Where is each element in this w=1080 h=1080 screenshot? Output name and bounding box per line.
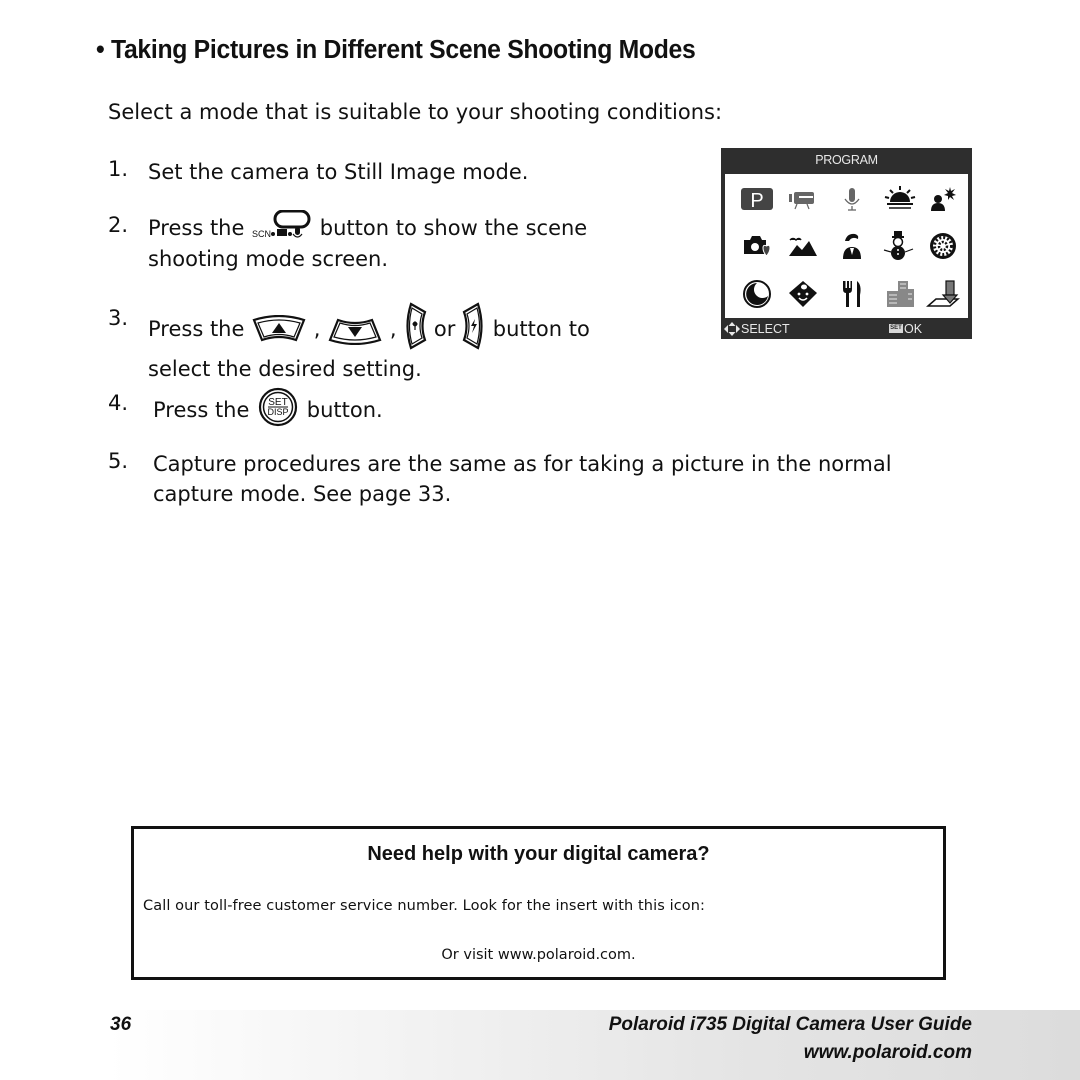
- step-number: 3.: [108, 306, 129, 330]
- backlight-portrait-icon: [923, 179, 963, 219]
- step-number: 1.: [108, 157, 129, 181]
- up-arrow-button-icon: [251, 314, 307, 345]
- step-text-line1: Capture procedures are the same as for t…: [153, 452, 892, 476]
- snowman-icon: [878, 226, 918, 266]
- kids-icon: [783, 274, 823, 314]
- page-number: 36: [110, 1014, 132, 1035]
- scene-mode-grid: P: [725, 174, 968, 318]
- text-document-icon: [923, 274, 963, 314]
- landscape-icon: [783, 226, 823, 266]
- help-box: Need help with your digital camera? Call…: [131, 826, 946, 980]
- step-text: Press the SCN button to show the scene s…: [148, 209, 588, 274]
- voice-record-icon: [832, 179, 872, 219]
- step-text-line2: select the desired setting.: [148, 357, 422, 381]
- night-icon: [737, 274, 777, 314]
- svg-text:P: P: [750, 190, 763, 212]
- separator: ,: [313, 317, 321, 341]
- step-text-post: button to: [492, 317, 590, 341]
- or-text: or: [433, 317, 456, 341]
- step-text-line2: shooting mode screen.: [148, 247, 389, 271]
- step-text: Set the camera to Still Image mode.: [148, 160, 529, 184]
- svg-text:DISP: DISP: [268, 407, 289, 417]
- step-number: 2.: [108, 213, 129, 237]
- step-text: Press the , , or button to select the de…: [148, 302, 590, 384]
- help-website-text: Or visit www.polaroid.com.: [441, 947, 636, 963]
- help-title: Need help with your digital camera?: [367, 843, 710, 865]
- food-icon: [832, 274, 872, 314]
- step-text-post: button to show the scene: [319, 216, 588, 240]
- left-macro-button-icon: [403, 302, 427, 350]
- step-text-line2: capture mode. See page 33.: [153, 482, 452, 506]
- right-flash-button-icon: [462, 302, 486, 350]
- help-phone-text: Call our toll-free customer service numb…: [143, 898, 706, 914]
- step-text: Press the SET DISP button.: [153, 387, 383, 431]
- camera-scene-mode-screen: PROGRAM P SELECT SET OK: [721, 148, 972, 339]
- select-label: SELECT: [741, 322, 790, 336]
- step-number: 4.: [108, 391, 129, 415]
- portrait-icon: [832, 226, 872, 266]
- building-icon: [880, 274, 920, 314]
- screen-header: PROGRAM: [815, 153, 878, 167]
- step-text-pre: Press the: [148, 216, 245, 240]
- title-text: Taking Pictures in Different Scene Shoot…: [110, 36, 696, 64]
- intro-text: Select a mode that is suitable to your s…: [108, 100, 723, 124]
- camera-heart-icon: [737, 226, 777, 266]
- separator: ,: [389, 317, 397, 341]
- title-bullet: •: [96, 36, 105, 64]
- sunset-icon: [880, 179, 920, 219]
- step-number: 5.: [108, 449, 129, 473]
- svg-text:SCN: SCN: [252, 229, 271, 239]
- fireworks-icon: [923, 226, 963, 266]
- program-icon: P: [737, 179, 777, 219]
- guide-title: Polaroid i735 Digital Camera User Guide: [608, 1014, 972, 1035]
- ok-label: OK: [904, 322, 923, 336]
- guide-url[interactable]: www.polaroid.com: [804, 1042, 972, 1064]
- step-text: Capture procedures are the same as for t…: [153, 449, 892, 509]
- down-arrow-button-icon: [327, 315, 383, 346]
- four-way-arrow-icon: [724, 322, 740, 339]
- scn-button-icon: SCN: [251, 209, 313, 240]
- step-text-pre: Press the: [153, 398, 250, 422]
- step-text-pre: Press the: [148, 317, 245, 341]
- set-badge-icon: SET: [889, 324, 903, 333]
- screen-footer: SELECT SET OK: [721, 319, 972, 339]
- movie-icon: [783, 179, 823, 219]
- set-disp-button-icon: SET DISP: [256, 387, 300, 427]
- section-title: • Taking Pictures in Different Scene Sho…: [96, 36, 696, 65]
- step-text-post: button.: [306, 398, 383, 422]
